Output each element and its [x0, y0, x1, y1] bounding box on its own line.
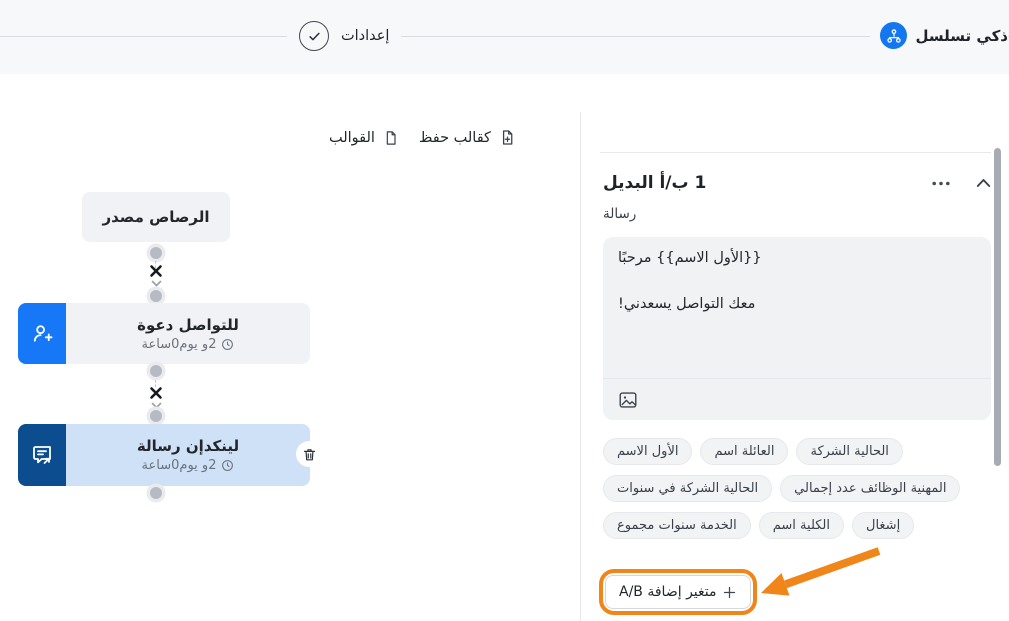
add-person-icon: [18, 303, 66, 364]
message-footer: [603, 378, 991, 420]
message-send-icon: [18, 424, 66, 486]
node-message-duration: ⁨ساعة⁩⁨0⁩⁨يوم⁩ ⁨و⁩⁨2⁩: [142, 458, 217, 473]
variable-chip[interactable]: ⁨إشغال⁩: [852, 512, 914, 539]
variable-chip[interactable]: ⁨اسم⁩ ⁨الكلية⁩: [759, 512, 844, 539]
arrow-down-icon: [151, 280, 162, 288]
connector-dot: [150, 487, 162, 499]
save-as-template-button[interactable]: ⁨حفظ⁩ ⁨كقالب⁩: [419, 129, 516, 146]
message-editor[interactable]: ⁨مرحبًا⁩ ⁨{⁩⁨{⁩⁨الاسم⁩ ⁨الأول⁩⁨}⁩⁨}⁩ ⁨!⁩…: [603, 237, 991, 420]
chevron-up-icon[interactable]: [976, 178, 991, 188]
stepper-line: [0, 36, 1009, 37]
check-circle-icon: [299, 21, 329, 51]
variable-chip[interactable]: ⁨الاسم⁩ ⁨الأول⁩: [603, 438, 692, 465]
add-ab-variant-label: ⁨A⁩⁨/⁩⁨B⁩ ⁨إضافة⁩ ⁨متغير⁩: [619, 584, 717, 600]
sitemap-icon[interactable]: [880, 22, 907, 49]
settings-step-label: ⁨إعدادات⁩: [341, 28, 389, 44]
variable-chip[interactable]: ⁨الشركة⁩ ⁨الحالية⁩: [796, 438, 902, 465]
document-icon: [383, 130, 399, 146]
add-ab-variant-button[interactable]: ⁨A⁩⁨/⁩⁨B⁩ ⁨إضافة⁩ ⁨متغير⁩: [605, 575, 751, 609]
panel-divider: [580, 112, 581, 621]
connector-dot: [150, 365, 162, 377]
variable-chip[interactable]: ⁨إجمالي⁩ ⁨عدد⁩ ⁨الوظائف⁩ ⁨المهنية⁩: [780, 475, 960, 502]
trash-icon: [302, 447, 317, 462]
more-dots-icon[interactable]: [932, 181, 950, 186]
clock-icon: [221, 338, 234, 351]
connector-dot: [150, 247, 162, 259]
message-text[interactable]: ⁨مرحبًا⁩ ⁨{⁩⁨{⁩⁨الاسم⁩ ⁨الأول⁩⁨}⁩⁨}⁩ ⁨!⁩…: [603, 237, 991, 325]
variable-chips: ⁨الاسم⁩ ⁨الأول⁩ ⁨اسم⁩ ⁨العائلة⁩ ⁨الشركة⁩…: [603, 438, 993, 539]
variant-title: ⁨البديل⁩ ⁨أ⁩⁨/⁩⁨ب⁩ ⁨1⁩: [603, 173, 706, 193]
plus-icon: [722, 585, 737, 600]
node-message-title: ⁨رسالة⁩ ⁨لينكدإن⁩: [137, 437, 239, 455]
header-right: ⁨تسلسل⁩ ⁨ذكي⁩: [870, 22, 1008, 49]
delete-x-icon[interactable]: [149, 386, 163, 400]
message-label: ⁨رسالة⁩: [603, 206, 636, 222]
panel-top-rule: [600, 152, 991, 153]
variable-chip[interactable]: ⁨سنوات⁩ ⁨في⁩ ⁨الشركة⁩ ⁨الحالية⁩: [603, 475, 772, 502]
node-lead-source[interactable]: ⁨مصدر⁩ ⁨الرصاص⁩: [82, 192, 230, 242]
annotation-arrow: [755, 540, 895, 602]
page-title: ⁨تسلسل⁩ ⁨ذكي⁩: [915, 27, 1008, 45]
templates-button-label: ⁨القوالب⁩: [329, 130, 375, 146]
image-icon[interactable]: [618, 391, 638, 409]
canvas-toolbar: ⁨القوالب⁩ ⁨حفظ⁩ ⁨كقالب⁩: [329, 129, 516, 146]
variant-header: ⁨البديل⁩ ⁨أ⁩⁨/⁩⁨ب⁩ ⁨1⁩: [603, 168, 991, 198]
variable-chip[interactable]: ⁨اسم⁩ ⁨العائلة⁩: [700, 438, 788, 465]
delete-x-icon[interactable]: [149, 264, 163, 278]
arrow-down-icon: [151, 402, 162, 410]
variable-chip[interactable]: ⁨مجموع⁩ ⁨سنوات⁩ ⁨الخدمة⁩: [603, 512, 751, 539]
message-line-2: ⁨!⁩⁨يسعدني⁩ ⁨التواصل⁩ ⁨معك⁩: [618, 293, 976, 315]
message-line-1: ⁨مرحبًا⁩ ⁨{⁩⁨{⁩⁨الاسم⁩ ⁨الأول⁩⁨}⁩⁨}⁩: [618, 247, 976, 269]
node-lead-source-title: ⁨مصدر⁩ ⁨الرصاص⁩: [102, 208, 209, 226]
delete-node-button[interactable]: [296, 441, 322, 467]
connector-dot: [150, 290, 162, 302]
save-as-template-label: ⁨حفظ⁩ ⁨كقالب⁩: [419, 130, 491, 146]
connector-dot: [150, 410, 162, 422]
node-invite-to-connect[interactable]: ⁨دعوة⁩ ⁨للتواصل⁩ ⁨ساعة⁩⁨0⁩⁨يوم⁩ ⁨و⁩⁨2⁩: [18, 303, 310, 364]
document-plus-icon: [499, 129, 516, 146]
templates-button[interactable]: ⁨القوالب⁩: [329, 129, 399, 146]
node-invite-duration: ⁨ساعة⁩⁨0⁩⁨يوم⁩ ⁨و⁩⁨2⁩: [142, 337, 217, 352]
app-header: ⁨إعدادات⁩ ⁨تسلسل⁩ ⁨ذكي⁩: [0, 0, 1009, 74]
stepper-step-settings[interactable]: ⁨إعدادات⁩: [287, 19, 401, 53]
clock-icon: [221, 459, 234, 472]
panel-scrollbar[interactable]: [994, 148, 1001, 466]
node-linkedin-message[interactable]: ⁨رسالة⁩ ⁨لينكدإن⁩ ⁨ساعة⁩⁨0⁩⁨يوم⁩ ⁨و⁩⁨2⁩: [18, 424, 310, 486]
node-invite-title: ⁨دعوة⁩ ⁨للتواصل⁩: [137, 316, 239, 334]
